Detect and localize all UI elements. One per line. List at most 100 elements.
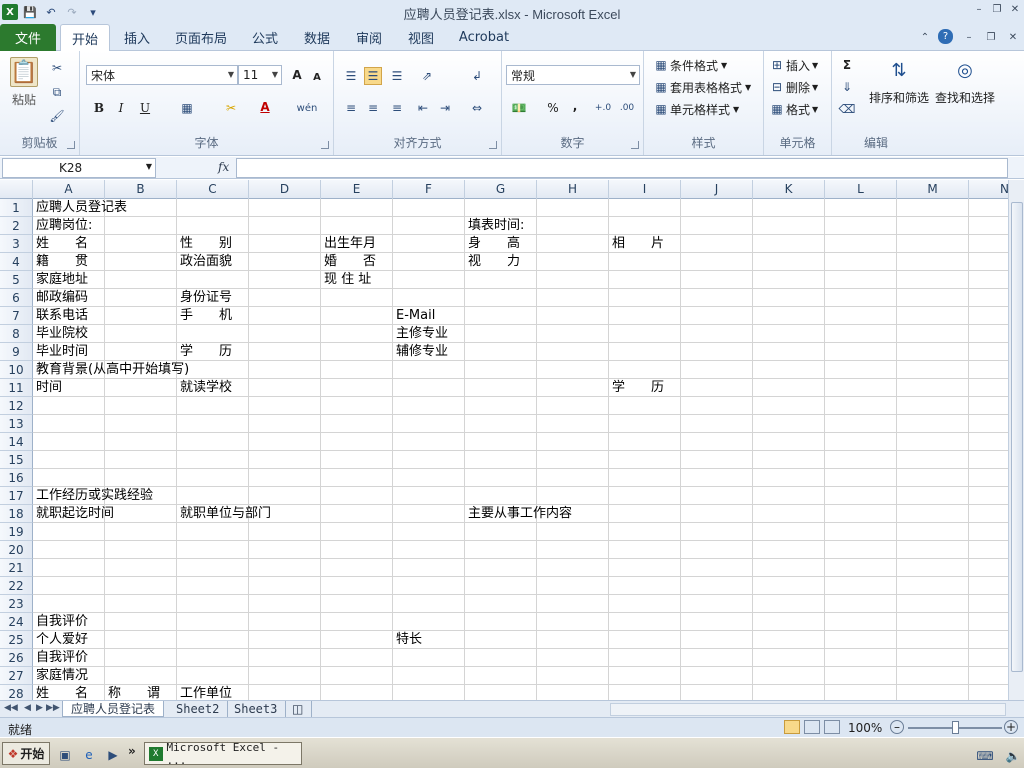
bold-button[interactable]: B — [90, 99, 108, 117]
column-header[interactable]: C — [177, 180, 249, 199]
column-header[interactable]: B — [105, 180, 177, 199]
row-header[interactable]: 9 — [0, 343, 33, 361]
row-header[interactable]: 24 — [0, 613, 33, 631]
cell[interactable]: 姓 名 — [33, 235, 88, 253]
row-header[interactable]: 20 — [0, 541, 33, 559]
cell[interactable]: 教育背景(从高中开始填写) — [33, 361, 189, 379]
row-header[interactable]: 5 — [0, 271, 33, 289]
insert-sheet-icon[interactable]: ◫ — [284, 701, 313, 717]
fill-color-icon[interactable]: ✂ — [222, 99, 240, 117]
cell[interactable]: 就职单位与部门 — [177, 505, 271, 523]
cell[interactable]: 姓 名 — [33, 685, 88, 700]
media-player-icon[interactable]: ▶ — [104, 746, 122, 764]
cell-styles-button[interactable]: ▦ 单元格样式 ▼ — [652, 100, 739, 118]
tab-home[interactable]: 开始 — [60, 24, 110, 52]
prev-sheet-icon[interactable]: ◀ — [24, 703, 31, 713]
column-header[interactable]: J — [681, 180, 753, 199]
autosum-icon[interactable]: Σ — [838, 56, 856, 74]
column-header[interactable]: D — [249, 180, 321, 199]
save-icon[interactable]: 💾 — [21, 3, 39, 21]
start-button[interactable]: ❖ 开始 — [2, 742, 50, 765]
align-left-icon[interactable]: ≡ — [342, 99, 360, 117]
cell[interactable]: 称 谓 — [105, 685, 160, 700]
cell[interactable]: 家庭情况 — [33, 667, 88, 685]
column-header[interactable]: I — [609, 180, 681, 199]
cell[interactable]: 自我评价 — [33, 649, 88, 667]
taskbar-excel-button[interactable]: X Microsoft Excel - ... — [144, 741, 302, 767]
internet-explorer-icon[interactable]: e — [80, 746, 98, 764]
row-header[interactable]: 22 — [0, 577, 33, 595]
tab-acrobat[interactable]: Acrobat — [454, 24, 514, 51]
customize-qat-icon[interactable]: ▾ — [84, 3, 102, 21]
column-header[interactable]: A — [33, 180, 105, 199]
cell[interactable]: 相 片 — [609, 235, 664, 253]
clear-icon[interactable]: ⌫ — [838, 100, 856, 118]
cell[interactable]: E-Mail — [393, 307, 435, 325]
borders-icon[interactable]: ▦ — [178, 99, 196, 117]
row-header[interactable]: 4 — [0, 253, 33, 271]
alignment-launcher-icon[interactable] — [489, 141, 497, 149]
cell[interactable]: 主修专业 — [393, 325, 448, 343]
align-right-icon[interactable]: ≡ — [388, 99, 406, 117]
conditional-format-button[interactable]: ▦ 条件格式 ▼ — [652, 56, 727, 74]
paste-button[interactable]: 📋 粘贴 — [8, 57, 40, 108]
row-header[interactable]: 13 — [0, 415, 33, 433]
row-header[interactable]: 17 — [0, 487, 33, 505]
orientation-icon[interactable]: ⇗ — [418, 67, 436, 85]
cell[interactable]: 应聘岗位: — [33, 217, 92, 235]
workbook-close-icon[interactable]: ✕ — [1006, 30, 1020, 44]
row-header[interactable]: 7 — [0, 307, 33, 325]
cell[interactable]: 工作单位 — [177, 685, 232, 700]
decrease-decimal-icon[interactable]: .00 — [618, 99, 636, 117]
restore-button[interactable]: ❐ — [990, 2, 1004, 16]
keyboard-tray-icon[interactable]: ⌨ — [976, 747, 994, 765]
merge-center-icon[interactable]: ⇔ — [468, 99, 486, 117]
number-format-combo[interactable]: 常规 ▼ — [506, 65, 640, 85]
row-header[interactable]: 8 — [0, 325, 33, 343]
tab-page-layout[interactable]: 页面布局 — [170, 24, 232, 51]
row-header[interactable]: 23 — [0, 595, 33, 613]
fill-icon[interactable]: ⇓ — [838, 78, 856, 96]
font-size-combo[interactable]: 11 ▼ — [238, 65, 282, 85]
cell[interactable]: 自我评价 — [33, 613, 88, 631]
cell-area[interactable]: 应聘人员登记表 应聘岗位: 填表时间: 姓 名 性 别 出生年月 身 高 相 片籍 贯 政治面貌… — [33, 199, 1008, 700]
minimize-button[interactable]: – — [972, 2, 986, 16]
cell[interactable]: 手 机 — [177, 307, 232, 325]
cell[interactable]: 家庭地址 — [33, 271, 88, 289]
row-header[interactable]: 28 — [0, 685, 33, 700]
workbook-minimize-icon[interactable]: – — [962, 30, 976, 44]
last-sheet-icon[interactable]: ▶▶ — [46, 703, 60, 713]
cell[interactable]: 时间 — [33, 379, 62, 397]
cell[interactable]: 就职起讫时间 — [33, 505, 114, 523]
cell[interactable]: 学 历 — [177, 343, 232, 361]
tab-view[interactable]: 视图 — [402, 24, 440, 51]
row-header[interactable]: 16 — [0, 469, 33, 487]
cell[interactable]: 主要从事工作内容 — [465, 505, 572, 523]
decrease-indent-icon[interactable]: ⇤ — [414, 99, 432, 117]
cell[interactable]: 特长 — [393, 631, 422, 649]
copy-icon[interactable]: ⧉ — [48, 83, 66, 101]
column-header[interactable]: L — [825, 180, 897, 199]
align-bottom-icon[interactable]: ☰ — [388, 67, 406, 85]
taskbar-overflow-icon[interactable]: » — [128, 744, 136, 758]
font-name-combo[interactable]: 宋体 ▼ — [86, 65, 238, 85]
zoom-out-icon[interactable]: – — [890, 720, 904, 734]
volume-tray-icon[interactable]: 🔈 — [1004, 747, 1022, 765]
row-header[interactable]: 27 — [0, 667, 33, 685]
wrap-text-icon[interactable]: ↲ — [468, 67, 486, 85]
show-desktop-icon[interactable]: ▣ — [56, 746, 74, 764]
cell[interactable]: 应聘人员登记表 — [33, 199, 127, 217]
cell[interactable]: 就读学校 — [177, 379, 232, 397]
currency-icon[interactable]: 💵 — [510, 99, 528, 117]
row-header[interactable]: 12 — [0, 397, 33, 415]
cell[interactable]: 出生年月 — [321, 235, 376, 253]
excel-app-icon[interactable]: X — [2, 4, 18, 20]
cell[interactable]: 辅修专业 — [393, 343, 448, 361]
shrink-font-icon[interactable]: A — [308, 68, 326, 86]
cell[interactable]: 视 力 — [465, 253, 520, 271]
zoom-level[interactable]: 100% — [848, 721, 882, 735]
help-icon[interactable]: ? — [938, 29, 953, 44]
workbook-restore-icon[interactable]: ❐ — [984, 30, 998, 44]
row-header[interactable]: 21 — [0, 559, 33, 577]
page-break-view-icon[interactable] — [824, 720, 840, 734]
